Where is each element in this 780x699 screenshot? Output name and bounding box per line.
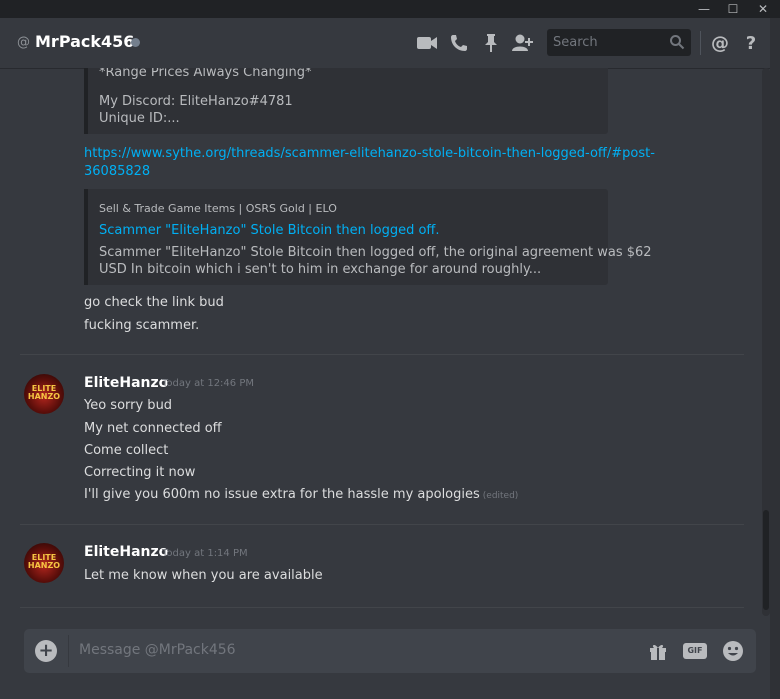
link-preview-embed: Sell & Trade Game Items | OSRS Gold | EL… [84,189,652,285]
composer-separator [68,635,69,667]
right-edge-strip [770,18,780,699]
message-divider [20,524,744,525]
message-input[interactable]: Message @MrPack456 [79,642,236,658]
link-line[interactable]: 36085828 [84,163,684,181]
pin-icon[interactable] [479,31,503,55]
gift-icon[interactable] [648,641,668,665]
message-text: I'll give you 600m no issue extra for th… [84,487,519,502]
link-line[interactable]: https://www.sythe.org/threads/scammer-el… [84,145,684,163]
scrollbar-thumb[interactable] [763,510,769,610]
message-author[interactable]: EliteHanzo [84,375,168,391]
avatar-logo: ELITE HANZO [27,384,61,401]
embed-text-line: My Discord: EliteHanzo#4781 [99,94,293,109]
message-timestamp: Today at 1:14 PM [162,548,248,559]
search-icon [669,34,685,54]
search-placeholder: Search [553,35,598,50]
header-separator [700,31,701,55]
message-author[interactable]: EliteHanzo [84,544,168,560]
message-composer: + Message @MrPack456 GIF [24,629,756,673]
message-text: fucking scammer. [84,318,200,333]
help-icon[interactable]: ? [739,31,763,55]
channel-header: @ MrPack456 Search @ ? [0,18,770,68]
message-embed: *Range Prices Always Changing* My Discor… [84,68,608,134]
avatar[interactable]: ELITE HANZO [24,543,64,583]
at-symbol-icon: @ [17,35,30,50]
phone-call-icon[interactable] [447,31,471,55]
message-list: *Range Prices Always Changing* My Discor… [0,68,770,621]
message-text: go check the link bud [84,295,224,310]
avatar-logo: ELITE HANZO [27,553,61,570]
message-text: Correcting it now [84,465,196,480]
message-text: Come collect [84,443,169,458]
embed-description-line: Scammer "EliteHanzo" Stole Bitcoin then … [99,245,652,260]
window-titlebar: — ☐ ✕ [0,0,780,18]
thread-link[interactable]: https://www.sythe.org/threads/scammer-el… [84,145,684,181]
embed-title-link[interactable]: Scammer "EliteHanzo" Stole Bitcoin then … [99,223,440,238]
message-divider [20,354,744,355]
mention-icon[interactable]: @ [708,31,732,55]
embed-text-line: *Range Prices Always Changing* [99,68,312,80]
embed-text-line: Unique ID:... [99,111,180,126]
edited-label: (edited) [482,491,519,501]
message-text: Yeo sorry bud [84,398,173,413]
close-window-button[interactable]: ✕ [748,0,778,18]
status-indicator [131,38,140,47]
video-call-icon[interactable] [415,31,439,55]
avatar[interactable]: ELITE HANZO [24,374,64,414]
message-text: Let me know when you are available [84,568,323,583]
maximize-button[interactable]: ☐ [718,0,748,18]
add-friend-icon[interactable] [510,31,534,55]
message-divider [20,607,744,608]
minimize-button[interactable]: — [689,0,719,18]
embed-description-line: USD In bitcoin which i sen't to him in e… [99,262,542,277]
emoji-icon[interactable] [722,640,744,666]
message-timestamp: Today at 12:46 PM [162,378,254,389]
gif-button[interactable]: GIF [683,643,707,659]
dm-username[interactable]: MrPack456 [35,32,134,51]
message-text: My net connected off [84,421,222,436]
embed-provider: Sell & Trade Game Items | OSRS Gold | EL… [99,202,337,215]
search-input[interactable]: Search [547,29,691,56]
upload-plus-button[interactable]: + [35,640,57,662]
